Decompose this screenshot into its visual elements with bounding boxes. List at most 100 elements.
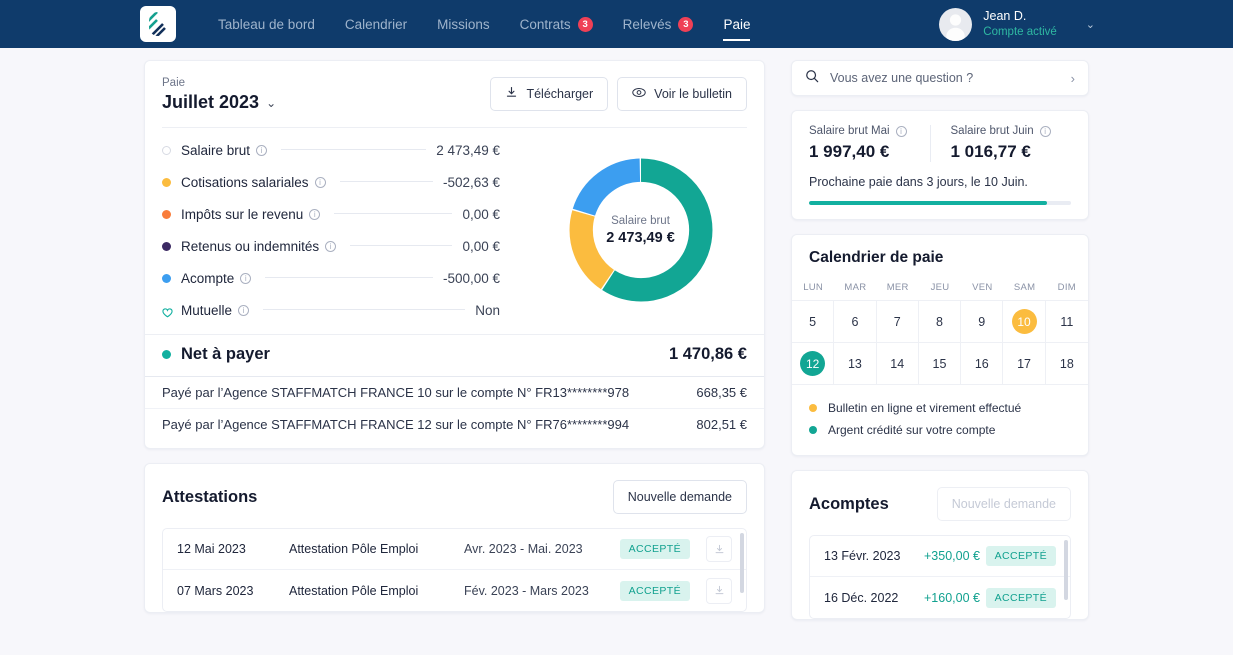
calendar-day[interactable]: 5 (792, 300, 835, 342)
salary-summary-card: Salaire brut Mai i 1 997,40 € Salaire br… (791, 110, 1089, 220)
table-row: Impôts sur le revenu i 0,00 € (162, 198, 500, 230)
scrollbar-thumb[interactable] (1064, 540, 1068, 600)
search-bar[interactable]: › (791, 60, 1089, 96)
paie-rows: Salaire brut i 2 473,49 € Cotisations sa… (145, 128, 517, 326)
info-icon[interactable]: i (238, 304, 250, 316)
payment-amount: 802,51 € (696, 417, 747, 432)
user-info: Jean D. Compte activé (983, 8, 1057, 40)
view-bulletin-button[interactable]: Voir le bulletin (617, 77, 747, 111)
day-number: 18 (1059, 356, 1074, 371)
table-row[interactable]: 12 Mai 2023 Attestation Pôle Emploi Avr.… (163, 529, 746, 570)
attestation-date: 12 Mai 2023 (177, 542, 246, 556)
left-column: Paie Juillet 2023 ⌄ Télécharger Voir le … (144, 60, 765, 634)
leader-line (263, 308, 466, 310)
info-icon[interactable]: i (1039, 125, 1051, 137)
calendar-day[interactable]: 6 (834, 300, 877, 342)
top-navigation-bar: Tableau de bord Calendrier Missions Cont… (0, 0, 1233, 48)
calendar-day-credited[interactable]: 12 (792, 342, 835, 384)
donut-center-value: 2 473,49 € (606, 229, 675, 246)
weekday-label: JEU (930, 282, 950, 293)
nav-item-releves[interactable]: Relevés 3 (623, 13, 694, 36)
weekday-label: LUN (803, 282, 824, 293)
nav-links: Tableau de bord Calendrier Missions Cont… (218, 13, 751, 41)
acompte-amount: +160,00 € (924, 590, 980, 605)
download-button[interactable]: Télécharger (490, 77, 609, 111)
payment-lines: Payé par l’Agence STAFFMATCH FRANCE 10 s… (145, 376, 764, 448)
day-number: 15 (932, 356, 947, 371)
eye-icon (632, 86, 646, 102)
chevron-down-icon[interactable]: ⌄ (1086, 18, 1095, 31)
donut-center-label: Salaire brut (611, 214, 670, 227)
payment-calendar-card: Calendrier de paie LUN MAR MER JEU VEN S… (791, 234, 1089, 456)
legend-dot-icon (809, 426, 817, 434)
calendar-day[interactable]: 14 (876, 342, 919, 384)
calendar-day[interactable]: 11 (1045, 300, 1088, 342)
attestations-new-request-button[interactable]: Nouvelle demande (612, 480, 747, 514)
info-icon[interactable]: i (256, 144, 268, 156)
scrollbar-thumb[interactable] (740, 533, 744, 593)
info-icon[interactable]: i (314, 176, 326, 188)
download-icon[interactable] (706, 536, 732, 562)
calendar-day[interactable]: 15 (918, 342, 962, 384)
status-badge: ACCEPTÉ (985, 546, 1056, 566)
attestation-period: Fév. 2023 - Mars 2023 (464, 583, 589, 598)
nav-label: Relevés (622, 16, 672, 32)
page-content: Paie Juillet 2023 ⌄ Télécharger Voir le … (0, 48, 1233, 634)
day-number: 16 (974, 356, 989, 371)
weekday-label: VEN (972, 282, 993, 293)
donut-graphic: Salaire brut 2 473,49 € (562, 151, 720, 309)
month-selector[interactable]: Juillet 2023 ⌄ (162, 92, 490, 113)
info-icon[interactable]: i (325, 240, 337, 252)
nav-item-paie[interactable]: Paie (723, 13, 751, 41)
payment-amount: 668,35 € (696, 385, 747, 400)
download-label: Télécharger (526, 87, 594, 101)
day-number: 11 (1060, 314, 1074, 329)
table-row[interactable]: 16 Déc. 2022 +160,00 € ACCEPTÉ (810, 577, 1070, 618)
nav-item-contrats[interactable]: Contrats 3 (520, 13, 593, 36)
leader-line (265, 276, 433, 278)
row-value: -502,63 € (442, 174, 500, 190)
calendar-day[interactable]: 8 (918, 300, 962, 342)
status-badge: ACCEPTÉ (619, 539, 690, 559)
nav-item-missions[interactable]: Missions (437, 13, 490, 36)
table-row: Acompte i -500,00 € (162, 262, 500, 294)
download-icon[interactable] (706, 577, 732, 604)
calendar-day[interactable]: 13 (834, 342, 877, 384)
day-number: 7 (893, 314, 901, 329)
calendar-day[interactable]: 9 (961, 300, 1004, 342)
table-row[interactable]: 07 Mars 2023 Attestation Pôle Emploi Fév… (163, 570, 746, 611)
legend-dot-icon (162, 273, 171, 283)
user-menu[interactable]: Jean D. Compte activé ⌄ (939, 0, 1095, 48)
salary-june-label: Salaire brut Juin i (951, 125, 1072, 137)
contrats-badge: 3 (577, 16, 593, 32)
attestation-date: 07 Mars 2023 (177, 583, 254, 598)
row-label: Cotisations salariales (181, 174, 309, 190)
calendar-day[interactable]: 18 (1045, 342, 1088, 384)
salary-june-amount: 1 016,77 € (950, 142, 1031, 161)
leader-line (350, 244, 453, 246)
legend-dot-icon (162, 350, 171, 359)
table-row[interactable]: 13 Févr. 2023 +350,00 € ACCEPTÉ (810, 536, 1070, 577)
month-value: Juillet 2023 (162, 92, 260, 112)
legend-dot-icon (162, 145, 171, 155)
row-value: 0,00 € (462, 238, 500, 254)
nav-item-calendrier[interactable]: Calendrier (345, 13, 407, 36)
day-number: 17 (1017, 356, 1032, 371)
attestation-type: Attestation Pôle Emploi (289, 583, 419, 598)
staffmatch-logo[interactable] (140, 6, 176, 42)
chevron-right-icon[interactable]: › (1071, 71, 1075, 86)
row-value: Non (475, 302, 500, 318)
net-to-pay-row: Net à payer 1 470,86 € (145, 334, 764, 376)
info-icon[interactable]: i (895, 125, 907, 137)
row-value: 0,00 € (462, 206, 500, 222)
calendar-day[interactable]: 7 (876, 300, 919, 342)
calendar-day-payslip[interactable]: 10 (1003, 300, 1046, 342)
info-icon[interactable]: i (240, 272, 252, 284)
acomptes-list: 13 Févr. 2023 +350,00 € ACCEPTÉ 16 Déc. … (809, 535, 1071, 619)
calendar-day[interactable]: 16 (961, 342, 1004, 384)
info-icon[interactable]: i (309, 208, 321, 220)
acomptes-new-request-button[interactable]: Nouvelle demande (936, 487, 1071, 521)
calendar-day[interactable]: 17 (1003, 342, 1046, 384)
search-input[interactable] (830, 71, 1071, 85)
nav-item-tableau-de-bord[interactable]: Tableau de bord (218, 13, 315, 36)
